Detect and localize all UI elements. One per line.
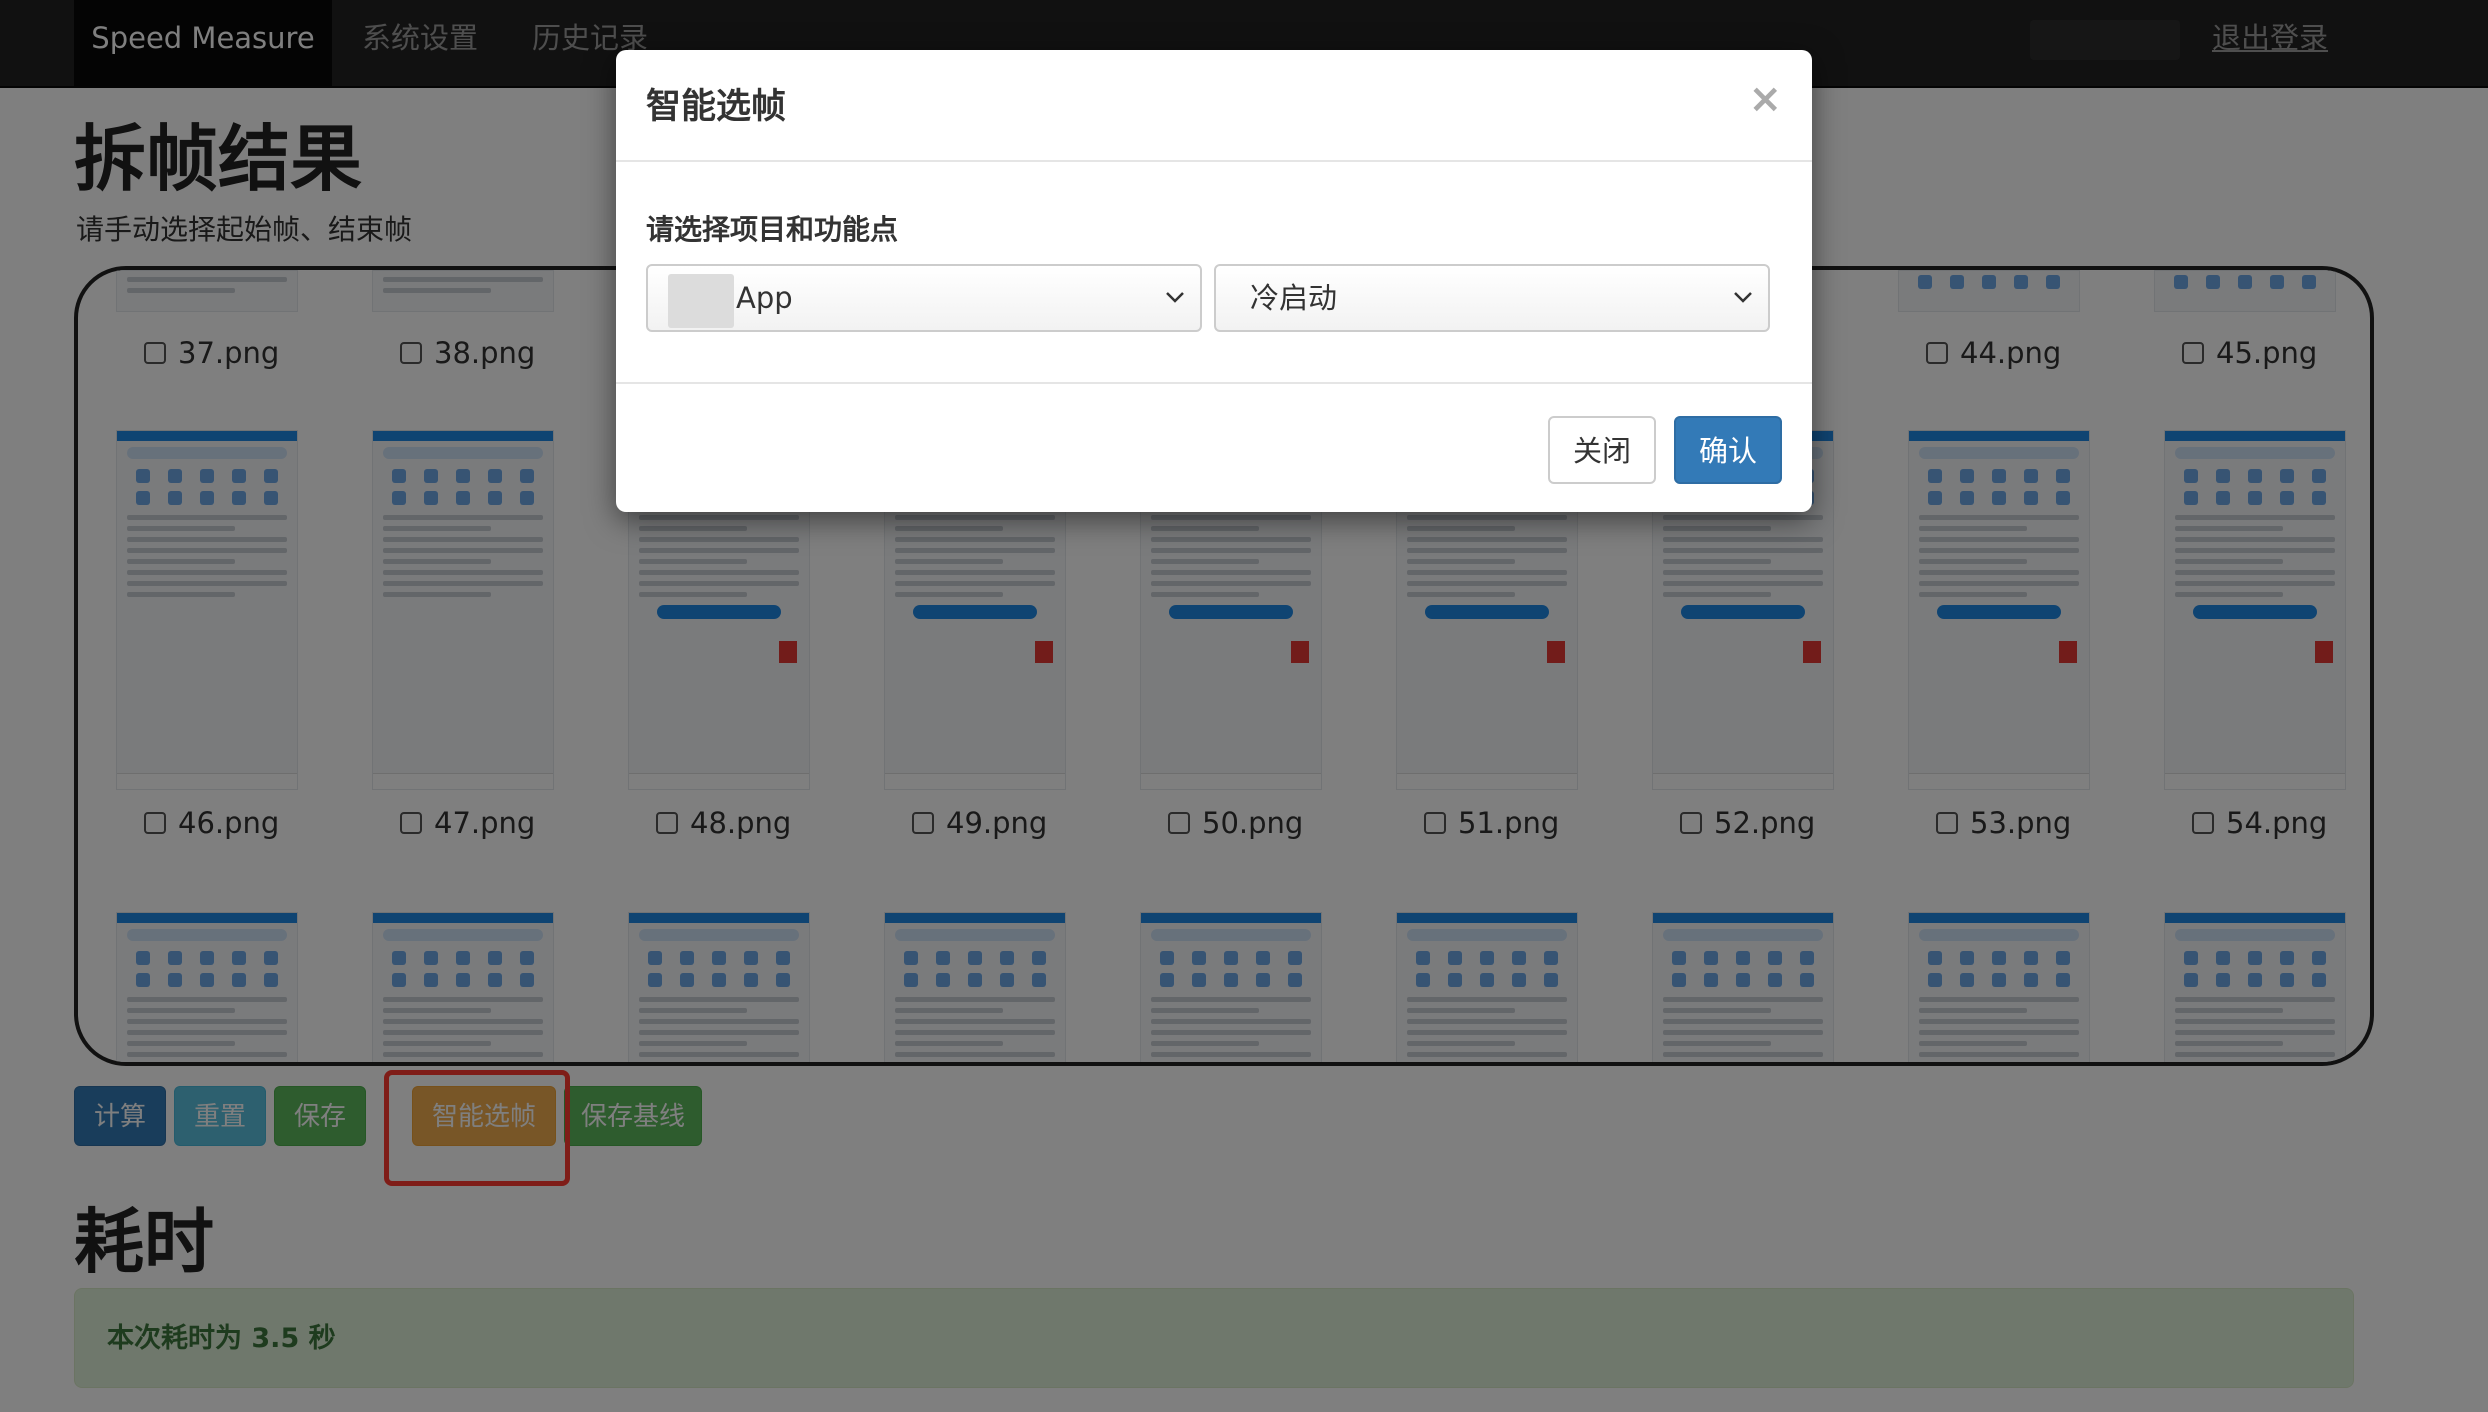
smart-select-modal: 智能选帧 × 请选择项目和功能点 App 冷启动 关闭 确认 xyxy=(616,50,1812,512)
modal-header: 智能选帧 × xyxy=(616,50,1812,162)
redacted-project-name xyxy=(668,274,734,328)
close-icon[interactable]: × xyxy=(1748,76,1782,122)
function-select[interactable]: 冷启动 xyxy=(1214,264,1770,332)
modal-select-label: 请选择项目和功能点 xyxy=(646,213,899,246)
chevron-down-icon xyxy=(1734,292,1752,303)
modal-footer: 关闭 确认 xyxy=(616,382,1812,512)
project-select-value: App xyxy=(736,281,793,315)
modal-title: 智能选帧 xyxy=(646,87,787,127)
modal-close-button[interactable]: 关闭 xyxy=(1548,416,1656,484)
chevron-down-icon xyxy=(1166,292,1184,303)
function-select-value: 冷启动 xyxy=(1250,281,1338,315)
modal-confirm-button[interactable]: 确认 xyxy=(1674,416,1782,484)
project-select[interactable]: App xyxy=(646,264,1202,332)
